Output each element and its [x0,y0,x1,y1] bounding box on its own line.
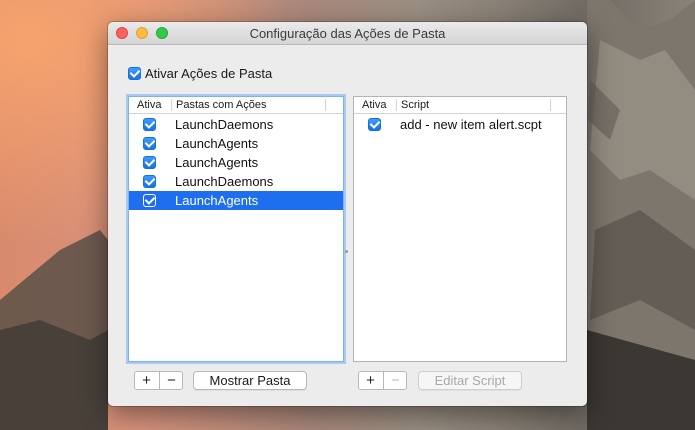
enable-label: Ativar Ações de Pasta [145,66,273,81]
folder-name: LaunchAgents [175,155,259,170]
column-header-folders[interactable]: Pastas com Ações [176,98,267,112]
column-header-script[interactable]: Script [401,98,429,112]
split-view-divider[interactable] [345,250,348,253]
folder-actions-window: Configuração das Ações de Pasta Ativar A… [108,22,587,406]
scripts-table[interactable]: Ativa Script add - new item alert.scpt [353,96,567,362]
folder-name: LaunchAgents [175,136,259,151]
remove-script-button[interactable]: − [383,372,406,389]
folder-active-checkbox[interactable] [143,156,156,169]
show-folder-button[interactable]: Mostrar Pasta [193,371,307,390]
folder-active-checkbox[interactable] [143,194,156,207]
column-header-active[interactable]: Ativa [362,98,386,112]
enable-folder-actions[interactable]: Ativar Ações de Pasta [128,66,272,81]
add-folder-button[interactable]: + [135,372,158,389]
scripts-add-remove: + − [358,371,407,390]
edit-script-button[interactable]: Editar Script [418,371,522,390]
title-bar: Configuração das Ações de Pasta [108,22,587,45]
folder-name: LaunchDaemons [175,174,274,189]
folder-active-checkbox[interactable] [143,118,156,131]
folder-row[interactable]: LaunchAgents [129,134,343,153]
add-script-button[interactable]: + [359,372,382,389]
remove-folder-button[interactable]: − [159,372,182,389]
folder-row[interactable]: LaunchDaemons [129,172,343,191]
window-title: Configuração das Ações de Pasta [249,26,446,41]
scripts-table-header: Ativa Script [354,97,566,114]
folder-row[interactable]: LaunchAgents [129,153,343,172]
script-active-checkbox[interactable] [368,118,381,131]
folder-name: LaunchAgents [175,193,259,208]
folders-table-header: Ativa Pastas com Ações [129,97,343,114]
folders-table[interactable]: Ativa Pastas com Ações LaunchDaemons Lau… [128,96,344,362]
folder-row[interactable]: LaunchDaemons [129,115,343,134]
folder-active-checkbox[interactable] [143,175,156,188]
folder-active-checkbox[interactable] [143,137,156,150]
script-row[interactable]: add - new item alert.scpt [354,115,566,134]
enable-checkbox[interactable] [128,67,141,81]
folder-name: LaunchDaemons [175,117,274,132]
column-header-active[interactable]: Ativa [137,98,161,112]
script-name: add - new item alert.scpt [400,117,542,132]
folder-row-selected[interactable]: LaunchAgents [129,191,343,210]
folders-add-remove: + − [134,371,183,390]
